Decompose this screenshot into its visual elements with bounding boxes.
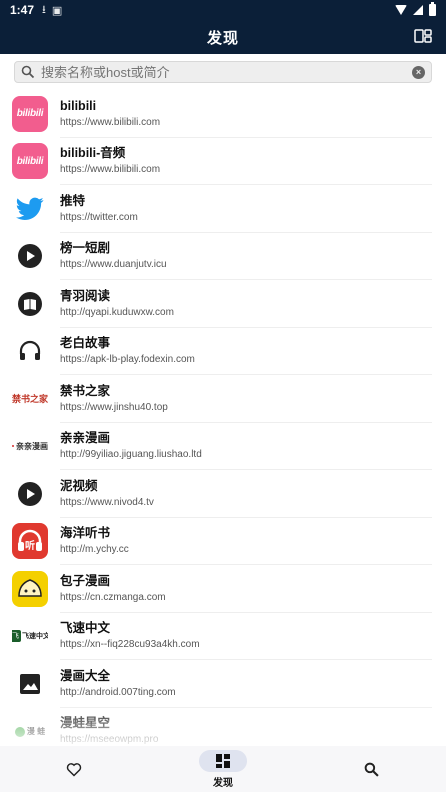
haiyang-headphones-logo-icon: 听 xyxy=(12,523,48,560)
status-bar: 1:47 ⭳ ▣ xyxy=(0,0,446,20)
list-item[interactable]: 泥视频 https://www.nivod4.tv xyxy=(0,470,446,518)
layout-toggle-icon[interactable] xyxy=(414,28,432,44)
nav-favorites[interactable] xyxy=(0,746,149,792)
source-url: http://android.007ting.com xyxy=(60,686,176,698)
bilibili-logo-icon: bilibili xyxy=(12,143,48,180)
heart-outline-icon xyxy=(67,762,82,777)
source-name: 海洋听书 xyxy=(60,526,111,541)
list-item[interactable]: bilibili bilibili https://www.bilibili.co… xyxy=(0,90,446,138)
signal-icon xyxy=(413,5,423,15)
feisu-logo-icon: 飞 飞速中文 xyxy=(12,618,48,654)
page-title: 发现 xyxy=(206,29,239,47)
headphones-icon xyxy=(12,333,48,369)
notification-icon: ▣ xyxy=(51,4,63,17)
play-circle-icon xyxy=(12,476,48,512)
qinqin-logo-icon: 亲亲漫画 xyxy=(12,428,48,464)
source-name: 推特 xyxy=(60,193,86,208)
source-name: 包子漫画 xyxy=(60,573,111,588)
source-url: https://apk-lb-play.fodexin.com xyxy=(60,354,195,366)
source-url: http://qyapi.kuduwxw.com xyxy=(60,306,174,318)
search-input[interactable] xyxy=(41,64,412,80)
list-item[interactable]: 漫画大全 http://android.007ting.com xyxy=(0,660,446,708)
source-url: https://www.bilibili.com xyxy=(60,116,161,128)
list-item[interactable]: 老白故事 https://apk-lb-play.fodexin.com xyxy=(0,328,446,376)
download-icon: ⭳ xyxy=(42,3,46,16)
source-name: 泥视频 xyxy=(60,478,98,493)
source-name: 青羽阅读 xyxy=(60,288,111,303)
list-item[interactable]: 青羽阅读 http://qyapi.kuduwxw.com xyxy=(0,280,446,328)
source-list: bilibili bilibili https://www.bilibili.co… xyxy=(0,90,446,755)
bilibili-logo-icon: bilibili xyxy=(12,95,48,132)
source-url: https://cn.czmanga.com xyxy=(60,591,166,603)
app-bar: 发现 xyxy=(0,20,446,54)
search-icon xyxy=(21,65,35,79)
nav-search[interactable] xyxy=(297,746,446,792)
source-name: 禁书之家 xyxy=(60,383,111,398)
source-url: https://twitter.com xyxy=(60,211,138,223)
source-name: 漫蛙星空 xyxy=(60,716,111,731)
image-icon xyxy=(12,666,48,702)
source-name: 漫画大全 xyxy=(60,668,111,683)
source-url: http://m.ychy.cc xyxy=(60,544,129,556)
play-circle-icon xyxy=(12,238,48,274)
source-url: https://www.jinshu40.top xyxy=(60,401,168,413)
source-url: http://99yiliao.jiguang.liushao.ltd xyxy=(60,449,202,461)
status-time: 1:47 xyxy=(10,3,35,17)
battery-icon xyxy=(429,2,436,16)
list-item[interactable]: 推特 https://twitter.com xyxy=(0,185,446,233)
list-item[interactable]: 榜一短剧 https://www.duanjutv.icu xyxy=(0,233,446,281)
source-url: https://www.nivod4.tv xyxy=(60,496,154,508)
wifi-icon xyxy=(395,5,407,15)
manwa-logo-icon: 漫 蛙 xyxy=(12,713,48,749)
nav-discover[interactable]: 发现 xyxy=(149,746,298,792)
source-name: 榜一短剧 xyxy=(60,241,111,256)
bottom-nav: 发现 xyxy=(0,746,446,792)
list-item[interactable]: 听 海洋听书 http://m.ychy.cc xyxy=(0,518,446,566)
source-name: 老白故事 xyxy=(60,336,111,351)
source-url: https://xn--fiq228cu93a4kh.com xyxy=(60,639,200,651)
search-bar[interactable]: × xyxy=(14,61,432,83)
baozi-logo-icon xyxy=(12,570,48,607)
twitter-bird-icon xyxy=(12,191,48,227)
list-item[interactable]: 飞 飞速中文 飞速中文 https://xn--fiq228cu93a4kh.co… xyxy=(0,613,446,661)
list-item[interactable]: 包子漫画 https://cn.czmanga.com xyxy=(0,565,446,613)
source-name: 飞速中文 xyxy=(60,621,111,636)
search-icon xyxy=(364,762,379,777)
source-name: 亲亲漫画 xyxy=(60,431,111,446)
source-name: bilibili xyxy=(60,98,97,113)
list-item[interactable]: bilibili bilibili-音频 https://www.bilibili… xyxy=(0,138,446,186)
jinshu-logo-icon: 禁书之家 xyxy=(12,394,48,405)
book-circle-icon xyxy=(12,286,48,322)
clear-search-icon[interactable]: × xyxy=(412,65,425,79)
list-item[interactable]: 亲亲漫画 亲亲漫画 http://99yiliao.jiguang.liushao… xyxy=(0,423,446,471)
list-item[interactable]: 禁书之家 禁书之家 https://www.jinshu40.top xyxy=(0,375,446,423)
source-url: https://www.bilibili.com xyxy=(60,164,161,176)
nav-discover-label: 发现 xyxy=(213,777,233,789)
source-name: bilibili-音频 xyxy=(60,146,126,161)
dashboard-icon xyxy=(216,753,230,768)
source-url: https://www.duanjutv.icu xyxy=(60,259,167,271)
